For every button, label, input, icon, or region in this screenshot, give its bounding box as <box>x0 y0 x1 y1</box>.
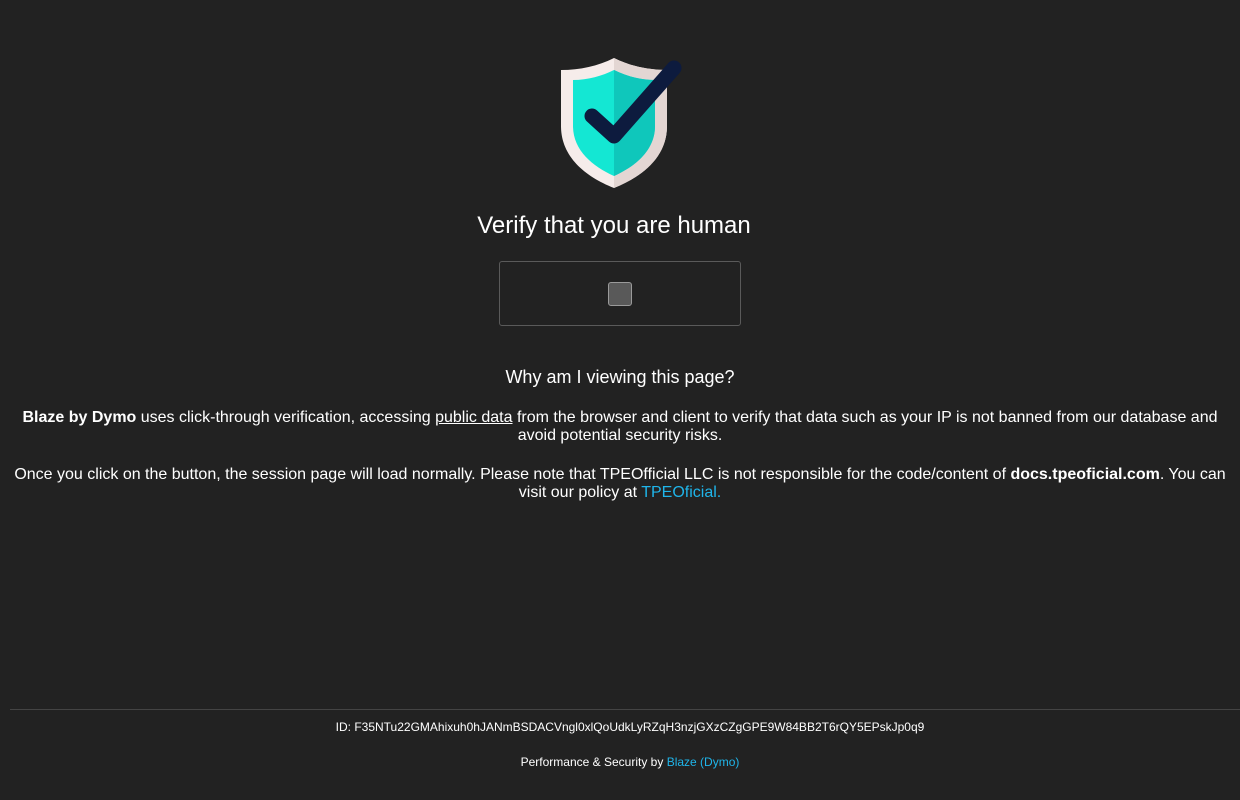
public-data-link[interactable]: public data <box>435 409 512 426</box>
verify-checkbox[interactable] <box>608 282 632 306</box>
page-title: Verify that you are human <box>477 212 751 239</box>
explanation-paragraph: Blaze by Dymo uses click-through verific… <box>10 409 1230 445</box>
explanation-text-1: uses click-through verification, accessi… <box>136 409 436 426</box>
performance-text: Performance & Security by <box>520 755 667 769</box>
session-id: ID: F35NTu22GMAhixuh0hJANmBSDACVngl0xlQo… <box>335 720 925 734</box>
why-heading: Why am I viewing this page? <box>505 367 735 387</box>
site-domain: docs.tpeoficial.com <box>1010 466 1160 483</box>
shield-check-icon <box>558 56 682 190</box>
footer-divider <box>10 709 1240 710</box>
verification-widget <box>499 261 741 326</box>
policy-link[interactable]: TPEOficial. <box>641 484 721 501</box>
brand-name: Blaze by Dymo <box>22 409 137 426</box>
verification-page: Verify that you are human Why am I viewi… <box>0 0 1240 800</box>
footer-credit: Performance & Security by Blaze (Dymo) <box>0 755 1240 769</box>
explanation-text-2: from the browser and client to verify th… <box>512 409 1218 444</box>
disclaimer-paragraph: Once you click on the button, the sessio… <box>10 466 1230 502</box>
blaze-dymo-link[interactable]: Blaze (Dymo) <box>667 755 740 769</box>
disclaimer-text-1: Once you click on the button, the sessio… <box>14 466 1011 483</box>
